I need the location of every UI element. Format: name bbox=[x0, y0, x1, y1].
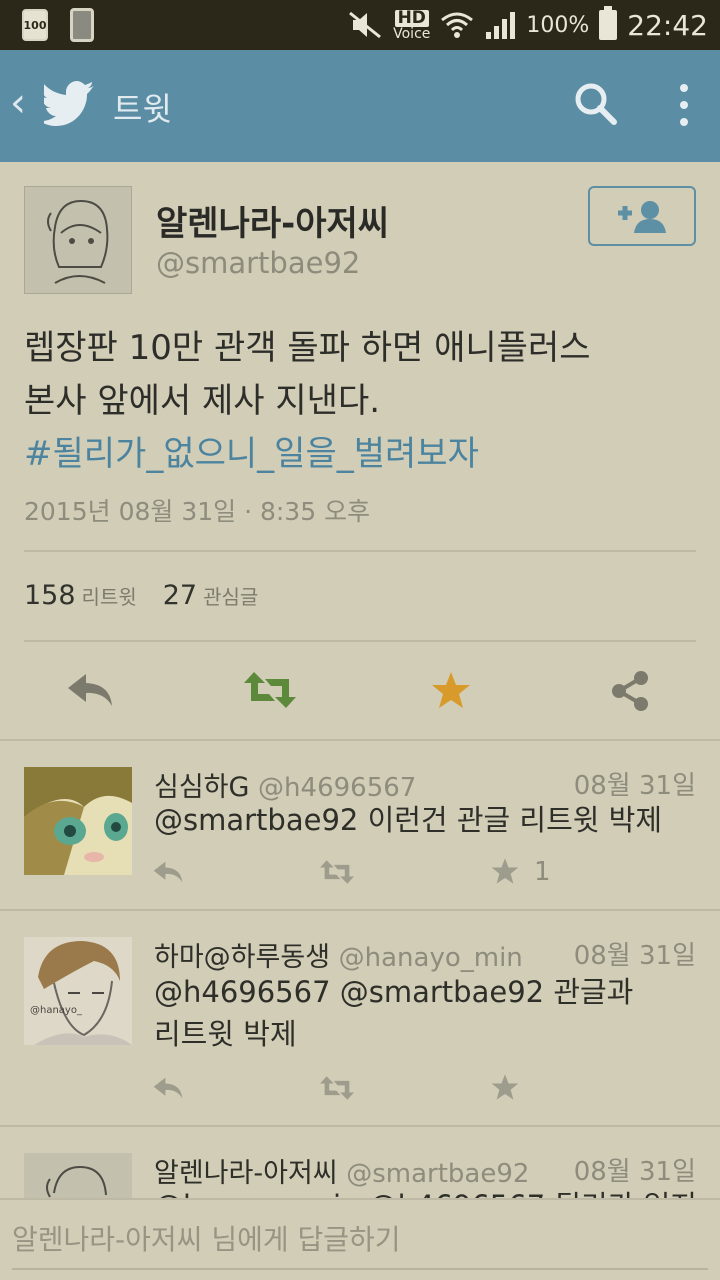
favorite-count[interactable]: 27 bbox=[163, 580, 197, 611]
favorite-star-icon[interactable] bbox=[490, 1073, 520, 1101]
retweet-label[interactable]: 리트윗 bbox=[82, 581, 137, 610]
tweet-stats: 158 리트윗 27 관심글 bbox=[24, 580, 284, 611]
divider bbox=[24, 550, 696, 552]
storage-badge-icon: 100 bbox=[22, 9, 48, 41]
retweet-icon[interactable] bbox=[318, 1075, 356, 1101]
reply-text-line: @hanayo_min @h4696567 될리가 없지 bbox=[154, 1185, 704, 1198]
reply-icon[interactable] bbox=[66, 670, 114, 710]
reply-text-line: @smartbae92 이런건 관글 리트윗 박제 bbox=[154, 803, 663, 837]
signal-icon bbox=[486, 12, 516, 39]
reply-text-line: @h4696567 @smartbae92 관글과 bbox=[154, 975, 634, 1009]
tweet-text-line: 렙장판 10만 관객 돌파 하면 애니플러스 bbox=[24, 328, 591, 368]
retweet-icon[interactable] bbox=[242, 670, 298, 710]
hd-label: HD bbox=[394, 9, 429, 27]
reply-avatar[interactable] bbox=[24, 767, 132, 875]
favorite-label[interactable]: 관심글 bbox=[203, 581, 258, 610]
avatar[interactable] bbox=[24, 186, 132, 294]
display-name[interactable]: 알렌나라-아저씨 bbox=[156, 196, 389, 245]
twitter-bird-icon[interactable] bbox=[44, 80, 96, 126]
tweet-text-line: 본사 앞에서 제사 지낸다. bbox=[24, 381, 381, 421]
favorite-star-icon[interactable] bbox=[430, 670, 472, 710]
user-handle[interactable]: @smartbae92 bbox=[156, 246, 360, 280]
input-underline bbox=[12, 1268, 708, 1270]
reply-avatar[interactable]: @hanayo_ bbox=[24, 937, 132, 1045]
share-icon[interactable] bbox=[610, 670, 650, 712]
reply-text: @smartbae92 이런건 관글 리트윗 박제 bbox=[154, 799, 704, 841]
reply-date: 08월 31일 bbox=[573, 1157, 696, 1187]
mute-icon bbox=[349, 11, 382, 39]
tweet-actions bbox=[0, 662, 720, 720]
follow-button[interactable] bbox=[588, 186, 696, 246]
reply-item[interactable]: 심심하G @h4696567 08월 31일 @smartbae92 이런건 관… bbox=[0, 741, 720, 909]
reply-display-name[interactable]: 하마@하루동생 bbox=[154, 942, 330, 973]
reply-icon[interactable] bbox=[152, 859, 184, 885]
voice-label: Voice bbox=[393, 25, 431, 42]
retweet-icon[interactable] bbox=[318, 859, 356, 885]
reply-text-line: 리트윗 박제 bbox=[154, 1017, 297, 1051]
search-icon[interactable] bbox=[574, 82, 618, 126]
wifi-icon bbox=[441, 12, 474, 38]
reply-item[interactable]: 알렌나라-아저씨 @smartbae92 08월 31일 @hanayo_min… bbox=[0, 1127, 720, 1198]
reply-text: @hanayo_min @h4696567 될리가 없지 bbox=[154, 1185, 704, 1198]
reply-input[interactable]: 알렌나라-아저씨 님에게 답글하기 bbox=[12, 1218, 401, 1258]
back-chevron-icon[interactable]: ‹ bbox=[10, 80, 26, 126]
battery-icon bbox=[599, 6, 618, 40]
add-user-icon bbox=[618, 201, 666, 233]
reply-handle[interactable]: @hanayo_min bbox=[339, 943, 523, 973]
svg-text:@hanayo_: @hanayo_ bbox=[30, 1005, 83, 1016]
tweet-timestamp: 2015년 08월 31일 · 8:35 오후 bbox=[24, 497, 371, 526]
phone-icon bbox=[70, 8, 94, 42]
favorite-star-icon[interactable] bbox=[490, 857, 520, 885]
reply-item[interactable]: @hanayo_ 하마@하루동생 @hanayo_min 08월 31일 @h4… bbox=[0, 911, 720, 1125]
retweet-count[interactable]: 158 bbox=[24, 580, 76, 611]
reply-author[interactable]: 하마@하루동생 @hanayo_min bbox=[154, 935, 523, 974]
reply-text: @h4696567 @smartbae92 관글과 리트윗 박제 bbox=[154, 971, 704, 1055]
more-vertical-icon[interactable] bbox=[680, 84, 688, 126]
hd-voice-indicator: HD Voice bbox=[393, 9, 431, 42]
clock: 22:42 bbox=[627, 8, 708, 42]
page-title: 트윗 bbox=[113, 90, 172, 128]
battery-percent: 100% bbox=[526, 12, 590, 38]
reply-date: 08월 31일 bbox=[573, 771, 696, 801]
reply-avatar[interactable] bbox=[24, 1153, 132, 1198]
reply-composer[interactable]: 알렌나라-아저씨 님에게 답글하기 bbox=[0, 1198, 720, 1280]
reply-date: 08월 31일 bbox=[573, 941, 696, 971]
reply-icon[interactable] bbox=[152, 1075, 184, 1101]
divider bbox=[24, 640, 696, 642]
status-bar: 100 HD Voice 100% 22:42 bbox=[0, 0, 720, 50]
hashtag-link[interactable]: #될리가_없으니_일을_벌려보자 bbox=[24, 428, 704, 481]
tweet-text: 렙장판 10만 관객 돌파 하면 애니플러스 본사 앞에서 제사 지낸다. #될… bbox=[24, 322, 704, 481]
action-bar: ‹ 트윗 bbox=[0, 50, 720, 162]
favorite-count: 1 bbox=[534, 857, 551, 887]
